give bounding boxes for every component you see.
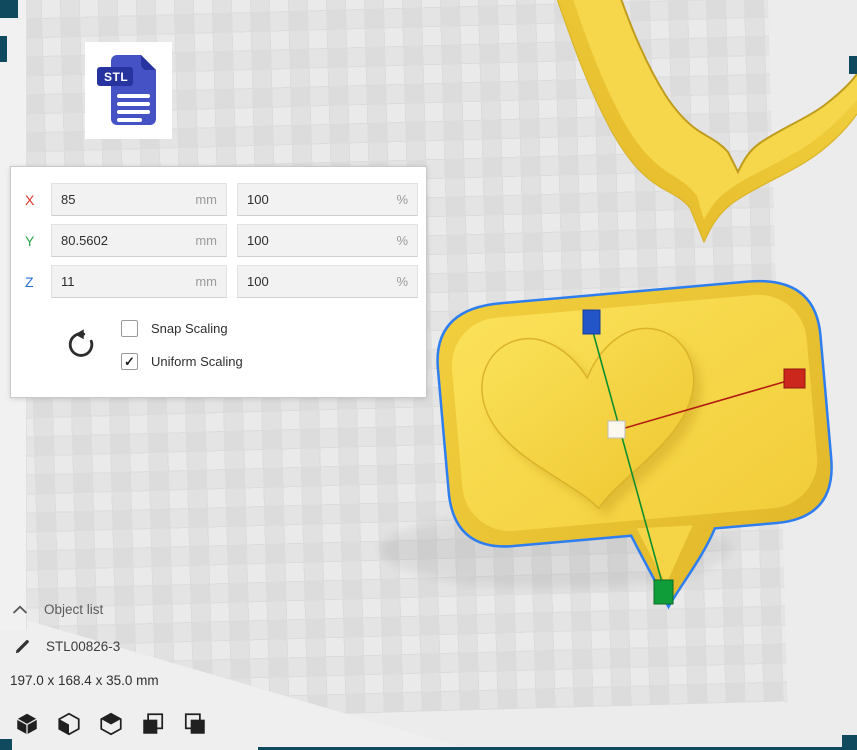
percent-unit-label: % (396, 192, 408, 207)
right-view-icon (182, 711, 208, 737)
view-right-button[interactable] (180, 710, 209, 739)
percent-unit-label: % (396, 274, 408, 289)
scale-x-percent-field[interactable]: % (237, 183, 418, 216)
object-name-label: STL00826-3 (46, 639, 120, 654)
uniform-scaling-checkbox[interactable]: ✓ (121, 353, 138, 370)
front-view-icon (56, 711, 82, 737)
view-front-button[interactable] (54, 710, 83, 739)
uniform-scaling-label: Uniform Scaling (151, 354, 243, 369)
gizmo-center-handle[interactable] (608, 421, 625, 438)
snap-scaling-label: Snap Scaling (151, 321, 228, 336)
reset-scale-button[interactable] (63, 328, 97, 362)
scale-z-percent-field[interactable]: % (237, 265, 418, 298)
percent-unit-label: % (396, 233, 408, 248)
scale-y-mm-field[interactable]: mm (51, 224, 227, 257)
view-top-button[interactable] (96, 710, 125, 739)
top-view-icon (98, 711, 124, 737)
camera-view-toolbar (12, 710, 209, 739)
scale-z-percent-input[interactable] (247, 274, 390, 289)
reset-scale-icon (64, 328, 96, 360)
pencil-icon (14, 638, 31, 655)
check-icon: ✓ (124, 355, 135, 368)
uniform-scaling-row: ✓ Uniform Scaling (121, 353, 243, 370)
scale-row-x: X mm % (25, 183, 417, 216)
scale-row-z: Z mm % (25, 265, 417, 298)
mm-unit-label: mm (195, 274, 217, 289)
axis-z-label: Z (25, 274, 41, 290)
mm-unit-label: mm (195, 192, 217, 207)
snap-scaling-checkbox[interactable] (121, 320, 138, 337)
scale-z-mm-input[interactable] (61, 274, 189, 289)
gizmo-z-handle[interactable] (583, 310, 600, 334)
stl-file-thumbnail: STL (85, 42, 172, 139)
screen-corner-mark (0, 739, 12, 750)
scale-x-mm-field[interactable]: mm (51, 183, 227, 216)
stl-label: STL (104, 70, 128, 84)
scale-x-mm-input[interactable] (61, 192, 189, 207)
object-list-header[interactable]: Object list (12, 602, 103, 617)
scale-row-y: Y mm % (25, 224, 417, 257)
scale-y-mm-input[interactable] (61, 233, 189, 248)
model-dimensions-label: 197.0 x 168.4 x 35.0 mm (10, 673, 159, 688)
axis-y-label: Y (25, 233, 41, 249)
screen-corner-mark (0, 0, 18, 18)
scale-y-percent-input[interactable] (247, 233, 390, 248)
axis-x-label: X (25, 192, 41, 208)
scale-y-percent-field[interactable]: % (237, 224, 418, 257)
left-view-icon (140, 711, 166, 737)
scale-x-percent-input[interactable] (247, 192, 390, 207)
view-3d-button[interactable] (12, 710, 41, 739)
screen-edge-mark (849, 56, 857, 74)
scale-z-mm-field[interactable]: mm (51, 265, 227, 298)
scale-tool-panel: X mm % Y mm % Z mm % (10, 166, 427, 398)
view-left-button[interactable] (138, 710, 167, 739)
object-list-item[interactable]: STL00826-3 (14, 638, 120, 655)
stl-file-icon: STL (96, 52, 162, 130)
cookie-cutter-model[interactable] (556, 0, 857, 242)
chevron-up-icon (12, 605, 28, 615)
mm-unit-label: mm (195, 233, 217, 248)
gizmo-x-handle[interactable] (784, 369, 805, 388)
gizmo-y-handle[interactable] (654, 580, 673, 604)
screen-edge-mark (0, 36, 7, 62)
snap-scaling-row: Snap Scaling (121, 320, 243, 337)
object-list-label: Object list (44, 602, 103, 617)
3d-view-icon (14, 711, 40, 737)
